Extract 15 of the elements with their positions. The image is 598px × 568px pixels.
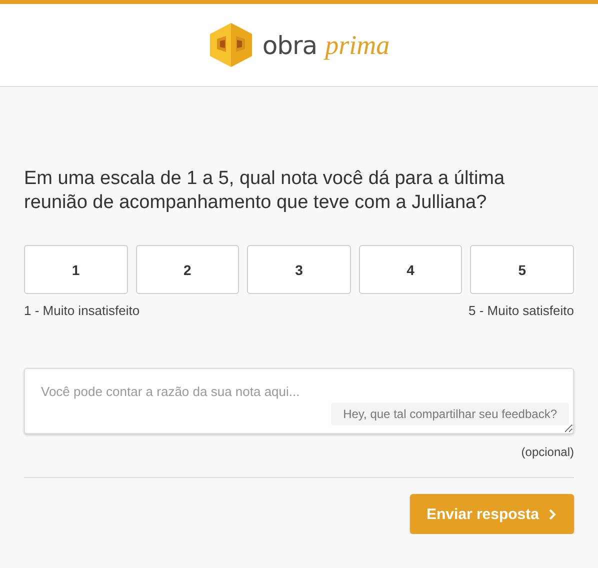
feedback-hint: Hey, que tal compartilhar seu feedback? [331, 403, 569, 425]
optional-note: (opcional) [520, 445, 574, 459]
scale-min-label: 1 - Muito insatisfeito [24, 303, 140, 318]
comment-field[interactable]: Você pode contar a razão da sua nota aqui... Hey, que tal compartilhar seu feedback? [24, 368, 574, 434]
scale-max-label: 5 - Muito satisfeito [468, 303, 574, 318]
rating-option[interactable]: 2 [136, 245, 240, 294]
logo-text: obra [262, 30, 318, 60]
rating-option[interactable]: 4 [358, 245, 462, 294]
rating-option[interactable]: 3 [247, 245, 351, 294]
logo-script-text: prima [325, 30, 390, 60]
rating-option[interactable]: 5 [470, 245, 574, 294]
question-text: Em uma escala de 1 a 5, qual nota você dá para a última reunião de acompanhamento que teve com a Julliana? [24, 167, 506, 215]
logo-icon [208, 22, 254, 68]
chevron-right-icon [549, 508, 556, 520]
rating-option[interactable]: 1 [24, 245, 128, 294]
